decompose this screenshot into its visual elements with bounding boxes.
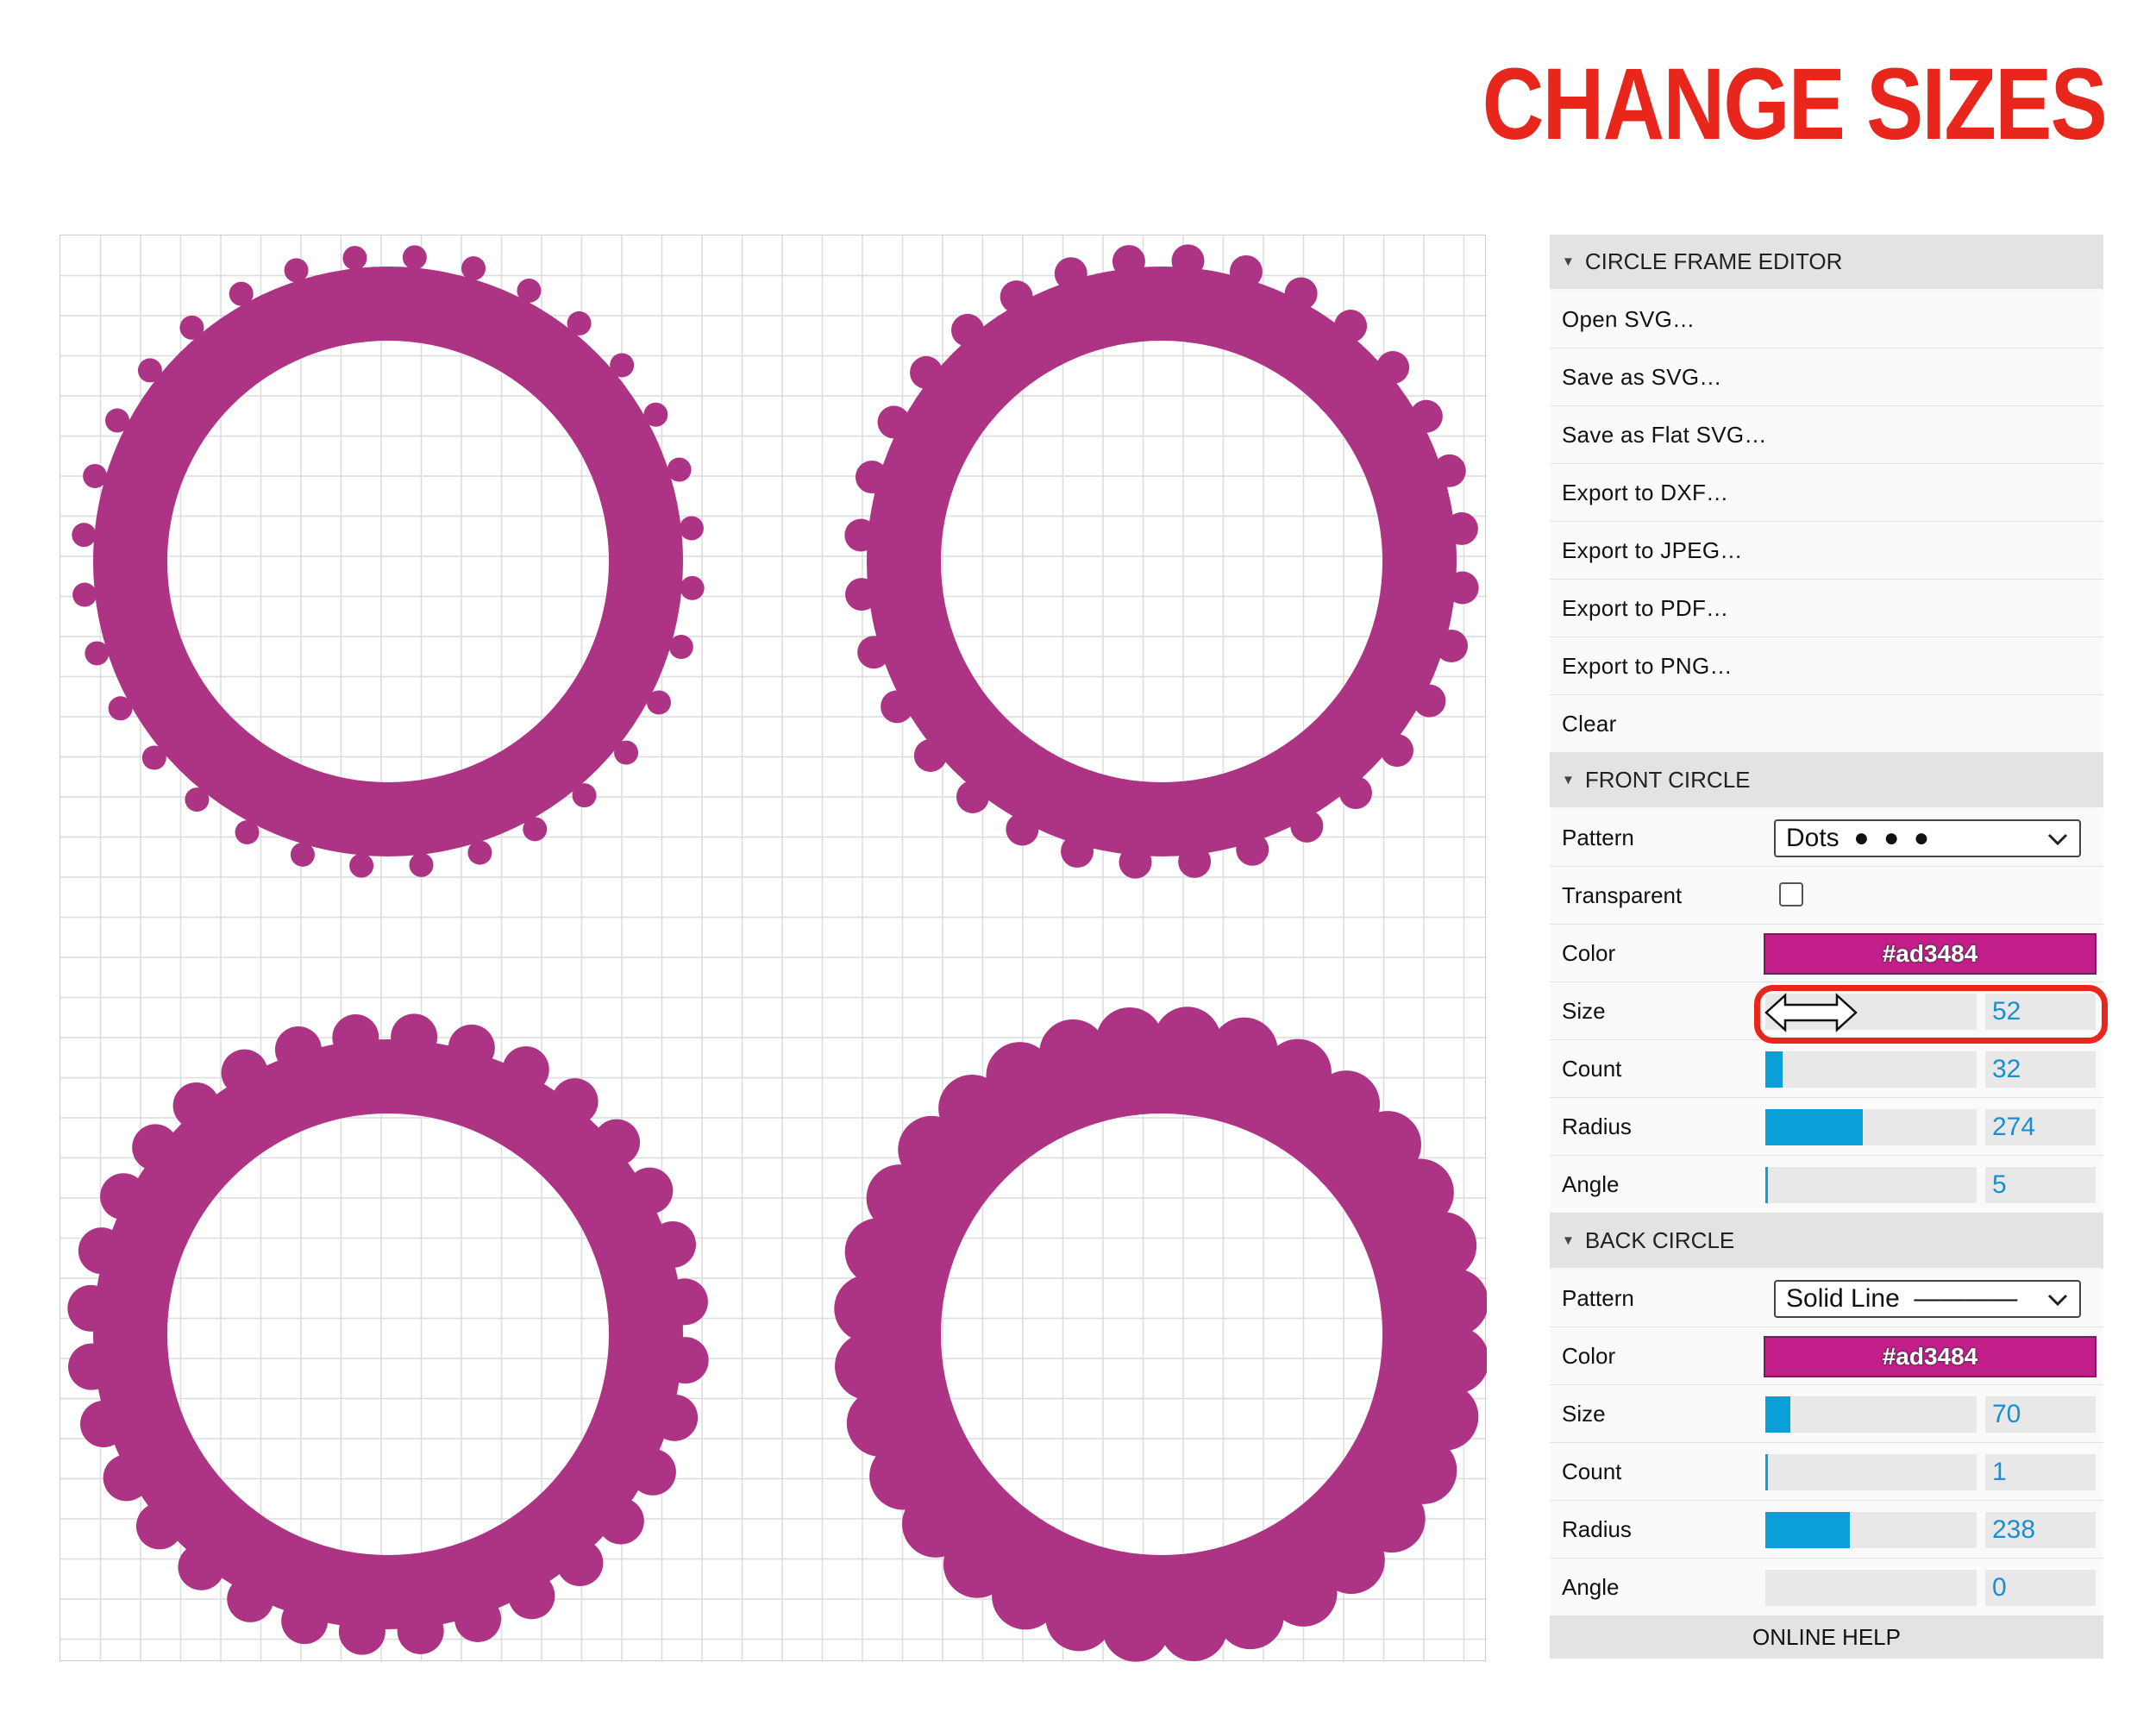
chevron-down-icon: [2047, 833, 2068, 846]
back-size-row: Size 70: [1550, 1385, 2103, 1443]
front-pattern-label: Pattern: [1562, 824, 1634, 850]
back-radius-input[interactable]: 238: [1985, 1512, 2096, 1548]
front-pattern-select[interactable]: Dots ● ● ●: [1774, 819, 2081, 857]
drawing-canvas[interactable]: [60, 235, 1487, 1662]
back-size-input[interactable]: 70: [1985, 1396, 2096, 1433]
front-pattern-row: Pattern Dots ● ● ●: [1550, 809, 2103, 867]
chevron-down-icon: [2047, 1294, 2068, 1307]
back-radius-label: Radius: [1562, 1515, 1632, 1542]
online-help-button[interactable]: ONLINE HELP: [1550, 1616, 2103, 1659]
menu-export-png[interactable]: Export to PNG…: [1550, 637, 2103, 695]
caret-down-icon: ▼: [1562, 773, 1575, 787]
back-angle-slider[interactable]: [1765, 1570, 1977, 1606]
back-color-row: Color #ad3484: [1550, 1327, 2103, 1385]
front-size-label: Size: [1562, 997, 1606, 1024]
section-header-editor[interactable]: ▼ CIRCLE FRAME EDITOR: [1550, 235, 2103, 291]
back-radius-slider[interactable]: [1765, 1512, 1977, 1548]
front-radius-slider-fill: [1765, 1109, 1863, 1145]
menu-export-dxf[interactable]: Export to DXF…: [1550, 464, 2103, 522]
back-angle-input[interactable]: 0: [1985, 1570, 2096, 1606]
menu-export-pdf[interactable]: Export to PDF…: [1550, 580, 2103, 637]
front-count-slider-fill: [1765, 1051, 1783, 1088]
back-color-swatch[interactable]: #ad3484: [1764, 1336, 2096, 1377]
back-count-label: Count: [1562, 1458, 1622, 1484]
back-pattern-label: Pattern: [1562, 1284, 1634, 1311]
front-color-swatch[interactable]: #ad3484: [1764, 933, 2096, 975]
back-color-label: Color: [1562, 1342, 1616, 1369]
editor-panel: ▼ CIRCLE FRAME EDITOR Open SVG… Save as …: [1550, 235, 2103, 1661]
front-count-label: Count: [1562, 1055, 1622, 1082]
front-angle-slider[interactable]: [1765, 1167, 1977, 1203]
back-size-slider[interactable]: [1765, 1396, 1977, 1433]
front-transparent-label: Transparent: [1562, 881, 1683, 908]
back-size-label: Size: [1562, 1400, 1606, 1427]
section-title-front-circle: FRONT CIRCLE: [1584, 767, 1751, 793]
back-size-slider-fill: [1765, 1396, 1791, 1433]
back-count-slider-fill: [1765, 1454, 1768, 1490]
front-angle-label: Angle: [1562, 1170, 1620, 1197]
front-count-row: Count 32: [1550, 1040, 2103, 1098]
front-angle-slider-fill: [1765, 1167, 1768, 1203]
front-radius-slider[interactable]: [1765, 1109, 1977, 1145]
front-pattern-value: Dots ● ● ●: [1786, 824, 1930, 852]
menu-clear[interactable]: Clear: [1550, 695, 2103, 753]
section-title-back-circle: BACK CIRCLE: [1584, 1227, 1735, 1253]
front-transparent-row: Transparent: [1550, 867, 2103, 925]
caret-down-icon: ▼: [1562, 1233, 1575, 1248]
back-count-input[interactable]: 1: [1985, 1454, 2096, 1490]
front-color-label: Color: [1562, 939, 1616, 966]
menu-export-jpeg[interactable]: Export to JPEG…: [1550, 522, 2103, 580]
back-count-row: Count 1: [1550, 1443, 2103, 1501]
front-color-row: Color #ad3484: [1550, 925, 2103, 982]
front-count-slider[interactable]: [1765, 1051, 1977, 1088]
menu-save-flat-svg[interactable]: Save as Flat SVG…: [1550, 406, 2103, 464]
back-count-slider[interactable]: [1765, 1454, 1977, 1490]
front-angle-input[interactable]: 5: [1985, 1167, 2096, 1203]
front-transparent-checkbox[interactable]: [1779, 882, 1803, 906]
front-angle-row: Angle 5: [1550, 1156, 2103, 1214]
menu-save-svg[interactable]: Save as SVG…: [1550, 348, 2103, 406]
back-pattern-value: Solid Line ————: [1786, 1284, 2018, 1313]
caret-down-icon: ▼: [1562, 254, 1575, 269]
back-angle-row: Angle 0: [1550, 1559, 2103, 1616]
back-pattern-select[interactable]: Solid Line ————: [1774, 1280, 2081, 1318]
back-radius-slider-fill: [1765, 1512, 1850, 1548]
canvas-svg: [60, 235, 1487, 1662]
section-header-back-circle[interactable]: ▼ BACK CIRCLE: [1550, 1214, 2103, 1270]
front-radius-input[interactable]: 274: [1985, 1109, 2096, 1145]
page-headline: CHANGE SIZES: [1482, 47, 2108, 161]
back-angle-label: Angle: [1562, 1573, 1620, 1600]
section-title-editor: CIRCLE FRAME EDITOR: [1584, 248, 1843, 274]
front-count-input[interactable]: 32: [1985, 1051, 2096, 1088]
front-radius-label: Radius: [1562, 1113, 1632, 1139]
back-pattern-row: Pattern Solid Line ————: [1550, 1270, 2103, 1327]
section-header-front-circle[interactable]: ▼ FRONT CIRCLE: [1550, 753, 2103, 809]
menu-open-svg[interactable]: Open SVG…: [1550, 291, 2103, 348]
resize-horizontal-icon: [1764, 993, 1858, 1032]
front-radius-row: Radius 274: [1550, 1098, 2103, 1156]
back-radius-row: Radius 238: [1550, 1501, 2103, 1559]
